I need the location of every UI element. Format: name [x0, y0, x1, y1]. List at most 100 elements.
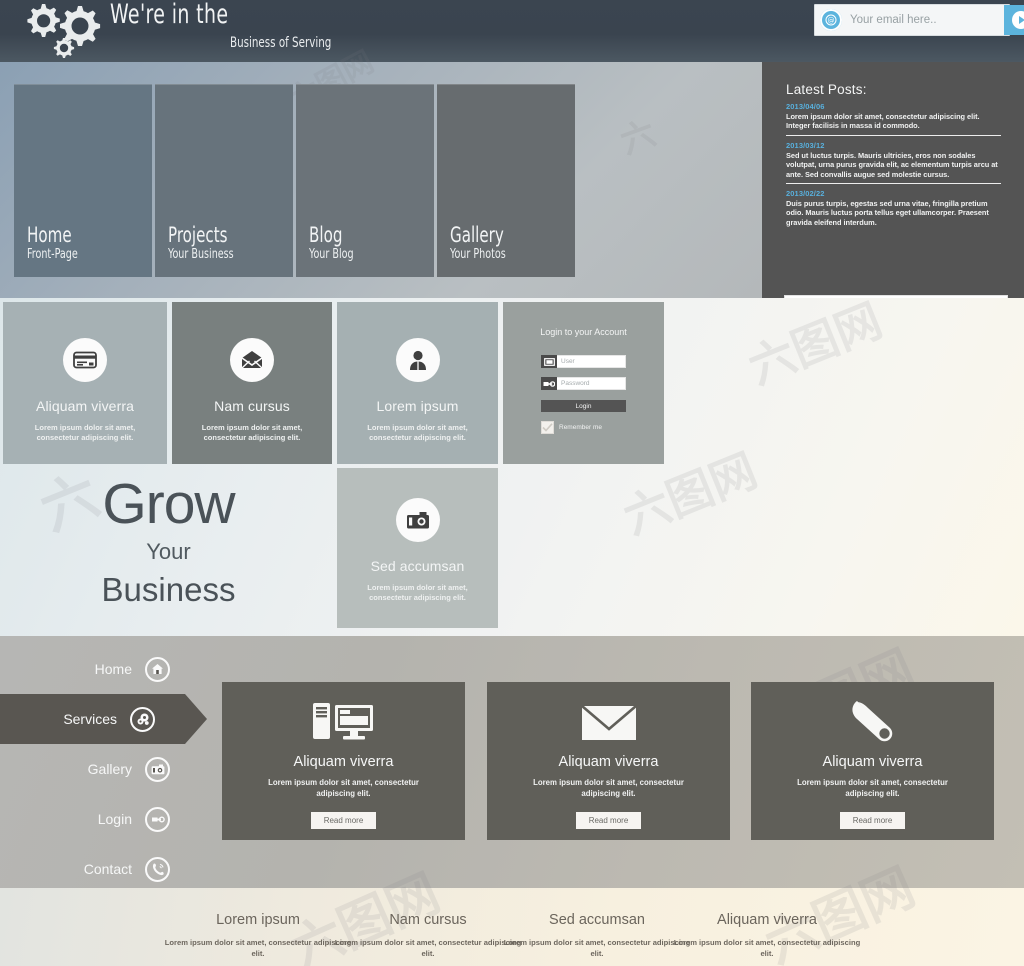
- feature-card-description: Lorem ipsum dolor sit amet, consectetur …: [367, 583, 468, 602]
- nav-tile-subtitle: Front-Page: [27, 247, 78, 262]
- brand-line-primary: We're in the: [110, 0, 229, 30]
- remember-me-row[interactable]: Remember me: [541, 421, 602, 434]
- service-card-description: Lorem ipsum dolor sit amet, consectetur …: [268, 778, 419, 798]
- hero-nav-section: 六图网 六 Home Front-Page Projects Your Busi…: [0, 45, 762, 298]
- feature-card-description: Lorem ipsum dolor sit amet, consectetur …: [367, 423, 468, 442]
- hero-headline: Grow Your Business: [0, 473, 337, 611]
- credit-card-icon: [63, 338, 107, 382]
- phone-icon: [145, 856, 170, 882]
- open-envelope-icon: [230, 338, 274, 382]
- vertical-nav: Home Services Gallery Login Contact: [0, 644, 207, 894]
- sidebar-item-label: Gallery: [87, 761, 132, 777]
- brand-line-secondary: Business of Serving: [230, 35, 332, 51]
- site-header: We're in the Business of Serving @: [0, 0, 1024, 62]
- list-item[interactable]: 2013/03/12 Sed ut luctus turpis. Mauris …: [786, 140, 1001, 179]
- password-field-wrapper[interactable]: [541, 377, 649, 390]
- home-icon: [145, 656, 170, 682]
- feature-card-title: Aliquam viverra: [36, 398, 134, 414]
- post-excerpt: Sed ut luctus turpis. Mauris ultricies, …: [786, 150, 998, 179]
- sidebar-item-home[interactable]: Home: [0, 644, 200, 694]
- checkmark-icon: [542, 423, 553, 432]
- read-more-button[interactable]: Read more: [310, 812, 377, 829]
- read-more-button[interactable]: Read more: [839, 812, 906, 829]
- sidebar-item-login[interactable]: Login: [0, 794, 200, 844]
- service-card-description: Lorem ipsum dolor sit amet, consectetur …: [797, 778, 948, 798]
- service-card-description: Lorem ipsum dolor sit amet, consectetur …: [533, 778, 684, 798]
- service-card-title: Aliquam viverra: [293, 754, 394, 770]
- nav-tile-projects[interactable]: Projects Your Business: [155, 84, 293, 277]
- divider: [786, 134, 1001, 136]
- site-footer: 六图网 六图网 Lorem ipsum Lorem ipsum dolor si…: [0, 856, 1024, 966]
- nav-tile-title: Home: [27, 223, 72, 247]
- feature-card-title: Lorem ipsum: [376, 398, 459, 414]
- brand-title-group: We're in the Business of Serving: [110, 0, 354, 52]
- envelope-icon: [580, 698, 638, 748]
- hero-line-2: Your: [146, 539, 191, 564]
- key-icon: [145, 806, 170, 832]
- sidebar-item-contact[interactable]: Contact: [0, 844, 200, 894]
- list-item[interactable]: 2013/02/22 Duis purus turpis, egestas se…: [786, 188, 1001, 227]
- hero-line-3: Business: [101, 571, 236, 608]
- feature-card-nam-cursus[interactable]: Nam cursus Lorem ipsum dolor sit amet, c…: [172, 302, 332, 464]
- desktop-computer-icon: [311, 698, 377, 748]
- remember-me-label: Remember me: [559, 424, 602, 431]
- feature-card-title: Sed accumsan: [370, 558, 465, 574]
- login-button[interactable]: Login: [541, 400, 626, 412]
- hero-line-1: Grow: [102, 472, 235, 536]
- nav-tile-blog[interactable]: Blog Your Blog: [296, 84, 434, 277]
- latest-posts-panel: Latest Posts: 2013/04/06 Lorem ipsum dol…: [762, 62, 1024, 348]
- nav-tile-title: Gallery: [450, 223, 504, 247]
- service-card-1[interactable]: Aliquam viverra Lorem ipsum dolor sit am…: [222, 682, 465, 840]
- sidebar-item-gallery[interactable]: Gallery: [0, 744, 200, 794]
- watermark: 六图网: [741, 292, 890, 395]
- latest-posts-list: 2013/04/06 Lorem ipsum dolor sit amet, c…: [786, 101, 1001, 230]
- nav-tile-title: Blog: [309, 223, 343, 247]
- post-date: 2013/04/06: [786, 102, 825, 111]
- watermark: 六: [615, 113, 662, 163]
- key-icon: [541, 377, 557, 390]
- sidebar-item-label: Login: [97, 811, 132, 827]
- nav-tile-list: Home Front-Page Projects Your Business B…: [14, 84, 578, 277]
- user-icon: [395, 338, 440, 382]
- feature-card-description: Lorem ipsum dolor sit amet, consectetur …: [201, 423, 303, 442]
- email-input[interactable]: [842, 14, 1004, 26]
- email-submit-button[interactable]: [1004, 5, 1024, 35]
- username-field-wrapper[interactable]: [541, 355, 649, 368]
- svg-text:@: @: [828, 17, 835, 25]
- service-card-2[interactable]: Aliquam viverra Lorem ipsum dolor sit am…: [487, 682, 730, 840]
- username-input[interactable]: [557, 358, 649, 365]
- footer-column-title: Aliquam viverra: [717, 912, 817, 928]
- remember-me-checkbox[interactable]: [541, 421, 554, 434]
- login-panel: Login to your Account User Login Remembe…: [503, 302, 664, 464]
- nav-tile-home[interactable]: Home Front-Page: [14, 84, 152, 277]
- login-heading: Login to your Account: [540, 327, 627, 337]
- sidebar-item-label: Home: [94, 661, 132, 677]
- password-input[interactable]: [557, 380, 649, 387]
- services-section: 六图网 六图网 Home Services: [0, 636, 1024, 888]
- at-sign-icon: @: [820, 9, 842, 31]
- page-root: We're in the Business of Serving @ 六图网 六…: [0, 0, 1024, 966]
- post-date: 2013/02/22: [786, 189, 825, 199]
- post-excerpt: Lorem ipsum dolor sit amet, consectetur …: [786, 112, 980, 131]
- sidebar-item-services[interactable]: Services: [0, 694, 207, 744]
- feature-card-sed-accumsan[interactable]: Sed accumsan Lorem ipsum dolor sit amet,…: [337, 468, 498, 628]
- nav-tile-gallery[interactable]: Gallery Your Photos: [437, 84, 575, 277]
- sidebar-item-label: Contact: [83, 861, 132, 877]
- footer-column-4: Aliquam viverra Lorem ipsum dolor sit am…: [667, 912, 867, 959]
- service-card-title: Aliquam viverra: [822, 754, 923, 770]
- divider: [786, 183, 1001, 185]
- read-more-button[interactable]: Read more: [575, 812, 642, 829]
- latest-posts-heading: Latest Posts:: [786, 82, 867, 97]
- feature-card-lorem-ipsum[interactable]: Lorem ipsum Lorem ipsum dolor sit amet, …: [337, 302, 498, 464]
- service-card-3[interactable]: Aliquam viverra Lorem ipsum dolor sit am…: [751, 682, 994, 840]
- feature-card-aliquam-viverra[interactable]: Aliquam viverra Lorem ipsum dolor sit am…: [3, 302, 167, 464]
- play-arrow-icon: [1012, 11, 1024, 29]
- email-signup-box[interactable]: @: [814, 4, 1024, 36]
- feature-card-description: Lorem ipsum dolor sit amet, consectetur …: [34, 423, 136, 442]
- wrench-icon: [848, 698, 898, 748]
- list-item[interactable]: 2013/04/06 Lorem ipsum dolor sit amet, c…: [786, 101, 1001, 131]
- sidebar-item-label: Services: [63, 711, 117, 727]
- footer-column-description: Lorem ipsum dolor sit amet, consectetur …: [673, 938, 861, 958]
- nav-tile-subtitle: Your Photos: [450, 247, 506, 262]
- post-excerpt: Duis purus turpis, egestas sed urna vita…: [786, 199, 989, 227]
